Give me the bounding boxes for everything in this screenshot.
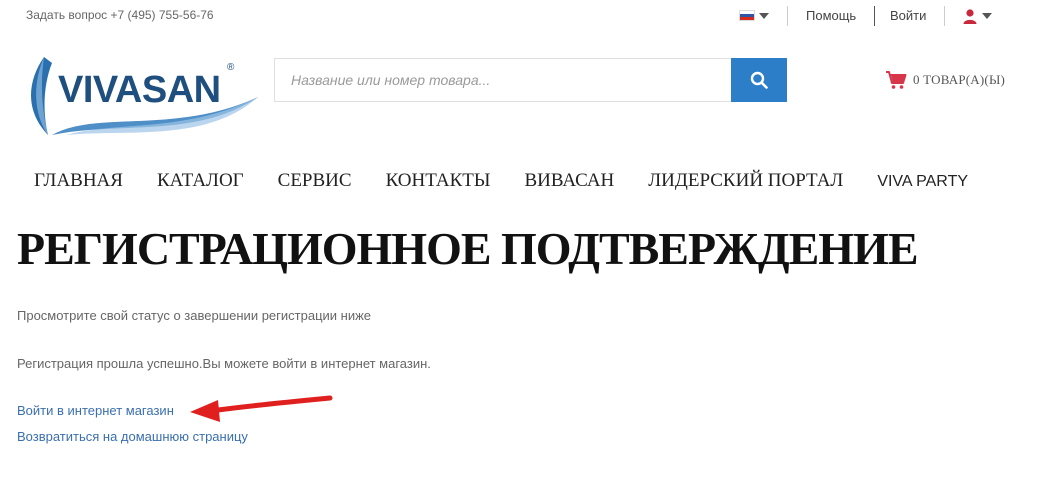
- nav-item-catalog[interactable]: КАТАЛОГ: [157, 170, 244, 192]
- search-bar: [274, 58, 787, 102]
- cart-icon: [886, 71, 907, 89]
- logo-text: VIVASAN: [58, 69, 221, 111]
- search-icon: [750, 71, 768, 89]
- nav-item-vivasan[interactable]: ВИВАСАН: [524, 170, 614, 192]
- nav-item-viva-party[interactable]: VIVA PARTY: [877, 173, 968, 192]
- divider: [787, 6, 788, 26]
- search-button[interactable]: [731, 58, 787, 102]
- return-home-link[interactable]: Возвратиться на домашнюю страницу: [17, 429, 248, 444]
- main-nav: ГЛАВНАЯ КАТАЛОГ СЕРВИС КОНТАКТЫ ВИВАСАН …: [34, 170, 968, 192]
- nav-item-service[interactable]: СЕРВИС: [278, 170, 352, 192]
- chevron-down-icon: [982, 13, 992, 19]
- login-store-link[interactable]: Войти в интернет магазин: [17, 403, 174, 418]
- language-selector[interactable]: [739, 10, 769, 21]
- nav-item-home[interactable]: ГЛАВНАЯ: [34, 170, 123, 192]
- top-bar: Задать вопрос +7 (495) 755-56-76 Помощь …: [0, 0, 1040, 32]
- search-input[interactable]: [275, 59, 731, 101]
- russia-flag-icon: [739, 10, 755, 21]
- cart[interactable]: 0 ТОВАР(А)(Ы): [885, 70, 1005, 90]
- logo-graphic: VIVASAN ®: [31, 57, 258, 135]
- user-icon: [963, 9, 977, 24]
- red-arrow-annotation: [190, 395, 333, 422]
- vivasan-logo[interactable]: VIVASAN ®: [26, 55, 260, 145]
- chevron-down-icon: [759, 12, 769, 19]
- login-link[interactable]: Войти: [890, 8, 926, 23]
- user-menu[interactable]: [962, 8, 992, 24]
- divider: [874, 6, 875, 26]
- nav-item-contacts[interactable]: КОНТАКТЫ: [386, 170, 491, 192]
- logo-registered-mark: ®: [227, 62, 235, 73]
- ask-question-phone[interactable]: Задать вопрос +7 (495) 755-56-76: [26, 8, 214, 22]
- divider: [944, 6, 945, 26]
- status-hint-text: Просмотрите свой статус о завершении рег…: [17, 308, 372, 323]
- page-title: РЕГИСТРАЦИОННОЕ ПОДТВЕРЖДЕНИЕ: [17, 223, 919, 274]
- help-link[interactable]: Помощь: [806, 8, 856, 23]
- success-message: Регистрация прошла успешно.Вы можете вой…: [17, 356, 431, 371]
- cart-count: 0 ТОВАР(А)(Ы): [913, 72, 1006, 87]
- nav-item-leader-portal[interactable]: ЛИДЕРСКИЙ ПОРТАЛ: [648, 170, 843, 192]
